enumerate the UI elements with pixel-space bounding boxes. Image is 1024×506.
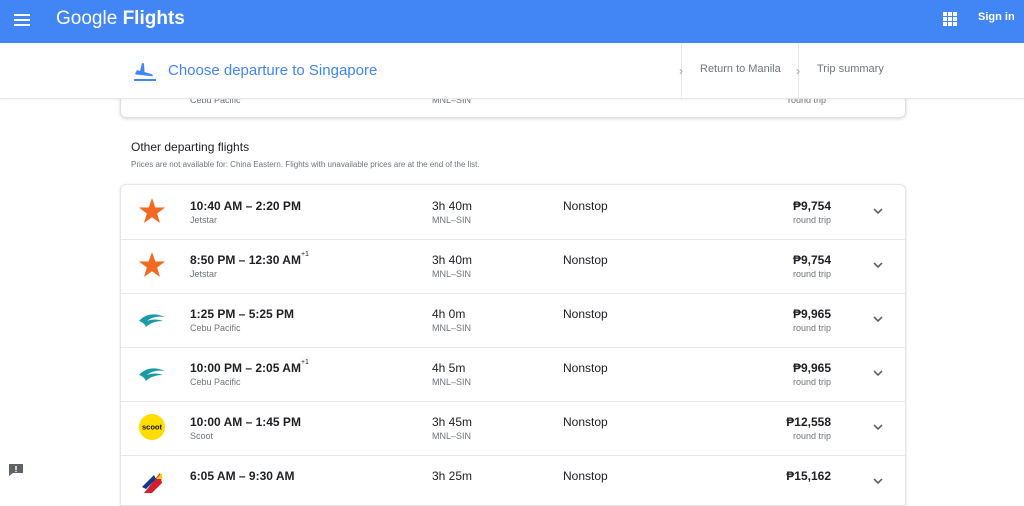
flight-stops: Nonstop [563,361,608,375]
step-trip-summary[interactable]: Trip summary [817,63,884,75]
airline-name: Cebu Pacific [190,377,241,387]
philippine-airlines-logo-icon [142,473,162,493]
flight-stops: Nonstop [563,469,608,483]
flight-route: MNL–SIN [432,269,472,279]
step-return[interactable]: Return to Manila [700,63,781,75]
flight-route: MNL–SIN [432,323,472,333]
brand-flights: Flights [122,8,185,29]
airline-name: Cebu Pacific [190,323,241,333]
flight-times: 8:50 PM – 12:30 AM+1 [190,251,309,267]
flight-route: MNL–SIN [432,431,472,441]
flight-times: 10:00 PM – 2:05 AM+1 [190,359,309,375]
flight-price: ₱15,162 [786,469,831,483]
airline-name: Scoot [190,431,214,441]
flight-row[interactable]: scoot 10:00 AM – 1:45 PM Scoot 3h 45m MN… [121,401,905,456]
airline-name: Jetstar [190,269,218,279]
flight-row[interactable]: 6:05 AM – 9:30 AM 3h 25m Nonstop ₱15,162 [121,455,905,505]
apps-grid-icon[interactable] [943,12,957,26]
flight-duration: 4h 5m [432,361,466,375]
booking-stepper: Choose departure to Singapore › Return t… [0,43,1024,99]
flight-row[interactable]: 10:40 AM – 2:20 PM Jetstar 3h 40m MNL–SI… [121,185,905,240]
jetstar-logo-icon [139,198,165,223]
page-title: Choose departure to Singapore [168,62,378,79]
flight-route: MNL–SIN [432,377,472,387]
flight-duration: 3h 40m [432,253,473,267]
chevron-right-icon: › [679,64,683,78]
flight-stops: Nonstop [563,199,608,213]
flight-duration: 3h 40m [432,199,473,213]
price-type: round trip [792,323,831,333]
section-note: Prices are not available for: China East… [131,160,480,169]
brand-google: Google [56,8,118,29]
section-title: Other departing flights [131,140,250,154]
menu-icon[interactable] [12,11,32,31]
flight-times: 1:25 PM – 5:25 PM [190,307,295,321]
price-type: round trip [792,215,831,225]
cebu-pacific-logo-icon [139,368,165,381]
flight-duration: 3h 25m [432,469,473,483]
flight-route: MNL–SIN [432,215,472,225]
flight-duration: 4h 0m [432,307,466,321]
price-type: round trip [792,377,831,387]
flight-price: ₱9,754 [792,253,831,267]
flight-duration: 3h 45m [432,415,473,429]
expand-chevron-down-icon[interactable] [870,365,886,381]
cebu-pacific-logo-icon [139,314,165,327]
svg-text:scoot: scoot [142,423,163,432]
flight-price: ₱9,754 [792,199,831,213]
flight-row[interactable]: 8:50 PM – 12:30 AM+1 Jetstar 3h 40m MNL–… [121,239,905,294]
flight-row[interactable]: 10:00 PM – 2:05 AM+1 Cebu Pacific 4h 5m … [121,347,905,402]
jetstar-logo-icon [139,252,165,277]
flight-times: 10:00 AM – 1:45 PM [190,415,301,429]
feedback-icon[interactable] [8,463,24,477]
expand-chevron-down-icon[interactable] [870,203,886,219]
expand-chevron-down-icon[interactable] [870,257,886,273]
flight-stops: Nonstop [563,253,608,267]
app-bar: Google Flights Sign in [0,0,1024,43]
flight-stops: Nonstop [563,307,608,321]
expand-chevron-down-icon[interactable] [870,419,886,435]
google-flights-logo[interactable]: Google Flights [56,8,185,30]
flight-price: ₱12,558 [786,415,831,429]
flight-price: ₱9,965 [792,361,831,375]
flight-stops: Nonstop [563,415,608,429]
chevron-right-icon: › [796,64,800,78]
expand-chevron-down-icon[interactable] [870,473,886,489]
departure-plane-icon [134,63,156,81]
price-type: round trip [792,269,831,279]
expand-chevron-down-icon[interactable] [870,311,886,327]
flight-price: ₱9,965 [792,307,831,321]
flight-times: 6:05 AM – 9:30 AM [190,469,295,483]
sign-in-button[interactable]: Sign in [978,11,1015,23]
scoot-logo-icon: scoot [139,414,165,440]
flight-times: 10:40 AM – 2:20 PM [190,199,301,213]
flight-list: 10:40 AM – 2:20 PM Jetstar 3h 40m MNL–SI… [120,184,906,506]
price-type: round trip [792,431,831,441]
flight-row[interactable]: 1:25 PM – 5:25 PM Cebu Pacific 4h 0m MNL… [121,293,905,348]
airline-name: Jetstar [190,215,218,225]
